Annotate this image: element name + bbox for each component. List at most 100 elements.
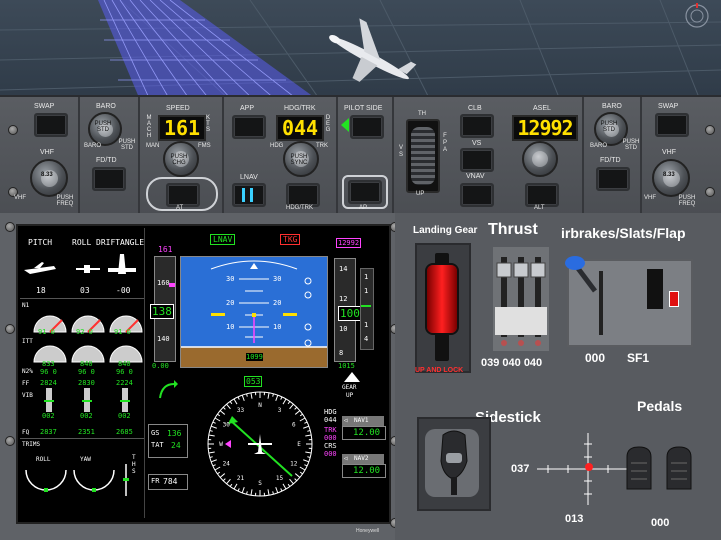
vsi-tick: 4 — [364, 335, 369, 343]
nav2-selector[interactable]: ◁ NAV2 — [342, 454, 384, 464]
gear-up-icon — [344, 372, 360, 382]
push-freq-left: PUSH FREQ — [56, 195, 74, 207]
gear-label: GEAR — [342, 384, 357, 391]
nav1-selector[interactable]: ◁ NAV1 — [342, 416, 384, 426]
pitch-tick: 20 — [226, 299, 235, 307]
vhf-freq-right: 8.33 — [663, 172, 675, 178]
flap-value: SF1 — [627, 351, 650, 365]
app-button[interactable] — [232, 115, 266, 139]
hdg-trk-label: HDG/TRK — [284, 105, 316, 112]
fq-label: FQ — [22, 429, 30, 436]
compass-label: E — [297, 441, 301, 448]
vhf-freq-left: 8.33 — [41, 172, 53, 178]
pilot-side-arrow-icon — [341, 118, 349, 132]
n2-eng2: 96 0 — [78, 368, 95, 376]
compass-label: N — [258, 402, 262, 409]
roll-value: 03 — [80, 286, 90, 295]
n2-eng3: 96 0 — [116, 368, 133, 376]
alt-button[interactable] — [525, 183, 559, 207]
sidestick-grip[interactable] — [429, 427, 479, 499]
at-label: AT — [176, 205, 184, 211]
landing-gear-lever[interactable] — [427, 265, 457, 333]
altitude-knob[interactable] — [522, 141, 558, 177]
itt-eng1: 833 — [42, 360, 55, 368]
fdtd-button-right[interactable] — [596, 167, 630, 191]
thrust-values: 039 040 040 — [481, 357, 543, 369]
push-std-note-right: PUSH STD — [622, 139, 640, 151]
pitch-value: 18 — [36, 286, 46, 295]
auto-spoiler-switch[interactable] — [669, 291, 679, 307]
man-label: MAN — [146, 143, 160, 149]
baro-small-right: BARO — [590, 143, 608, 149]
pilot-side-button[interactable] — [350, 115, 384, 139]
wind-arrow-icon — [159, 380, 178, 399]
pitch-tick: 30 — [226, 275, 235, 283]
ff-eng2: 2830 — [78, 379, 95, 387]
pitch-header: PITCH — [28, 238, 53, 247]
vhf-knob-right[interactable] — [652, 159, 690, 197]
altitude-display: 12992 — [512, 115, 578, 141]
nav2-display: 12.00 — [342, 464, 386, 478]
thrust-levers[interactable] — [491, 247, 551, 351]
gear-value: UP — [346, 392, 354, 399]
trk-label: TRK — [324, 426, 337, 434]
speed-target: 161 — [158, 245, 173, 254]
n1-eng3: 91 0 — [114, 328, 131, 336]
fdtd-button-left[interactable] — [92, 167, 126, 191]
tat-label: TAT — [151, 441, 164, 449]
swap-button-left[interactable] — [34, 113, 68, 137]
vsi-scale: 1 1 1 4 — [360, 268, 374, 350]
fr-value: 784 — [163, 477, 178, 486]
lnav-annunciator: LNAV — [210, 234, 236, 245]
vsi-tick: 1 — [364, 273, 369, 281]
nav1-display: 12.00 — [342, 426, 386, 440]
hdg-trk-button[interactable] — [286, 183, 320, 207]
compass-label: W — [219, 441, 223, 448]
at-button[interactable] — [166, 183, 200, 207]
clb-button[interactable] — [460, 114, 494, 138]
compass-label: 24 — [223, 461, 231, 468]
pitch-tick: 10 — [226, 323, 235, 331]
airbrake-handle[interactable] — [563, 251, 603, 301]
fq-tank1: 2837 — [40, 428, 57, 436]
heading-readout: 1099 — [246, 353, 263, 361]
vhf-knob-left[interactable] — [30, 159, 68, 197]
swap-button-right[interactable] — [655, 113, 689, 137]
fq-tank2: 2351 — [78, 428, 95, 436]
speed-tick: 160 — [157, 279, 170, 287]
lnav-button[interactable] — [232, 183, 266, 207]
vs-wheel[interactable] — [406, 119, 440, 193]
crs-value: 000 — [324, 450, 337, 458]
n1-eng2: 92 0 — [76, 328, 93, 336]
ff-eng1: 2824 — [40, 379, 57, 387]
itt-eng3: 840 — [118, 360, 131, 368]
speed-label: SPEED — [166, 105, 190, 112]
sidestick-panel — [417, 417, 491, 511]
speed-current: 138 — [150, 304, 174, 319]
vhf-small-left: VHF — [14, 195, 26, 201]
compass-label: 33 — [237, 407, 245, 414]
compass-label: 12 — [290, 461, 298, 468]
fdtd-label-left: FD/TD — [96, 157, 117, 164]
hdg-small-label: HDG — [270, 143, 284, 149]
attitude-indicator: 30 30 20 20 10 10 — [180, 256, 328, 368]
ground-speed-box: GS 136 TAT 24 — [148, 424, 188, 458]
n2-label: N2% — [22, 368, 33, 375]
push-sync-label: PUSH SYNC — [290, 154, 308, 166]
pedals-title: Pedals — [637, 398, 683, 414]
flap-lever[interactable] — [647, 269, 663, 309]
vs-button[interactable] — [460, 148, 494, 172]
ap-button[interactable] — [348, 180, 382, 204]
compass-label: 15 — [276, 475, 284, 482]
nav2-label: NAV2 — [354, 455, 369, 462]
thrust-title: Thrust — [488, 221, 538, 238]
attitude-aircraft-icons — [24, 254, 136, 274]
vnav-button[interactable] — [460, 183, 494, 207]
vs-button-label: VS — [472, 140, 482, 147]
pedals-value: 000 — [651, 517, 670, 529]
primary-flight-display: LNAV TKG 161 160 140 138 0.00 30 30 20 2… — [146, 228, 387, 518]
pitch-tick: 20 — [273, 299, 282, 307]
fr-label: FR — [151, 477, 160, 485]
airbrake-value: 000 — [585, 351, 606, 365]
rudder-pedals[interactable] — [623, 443, 703, 493]
